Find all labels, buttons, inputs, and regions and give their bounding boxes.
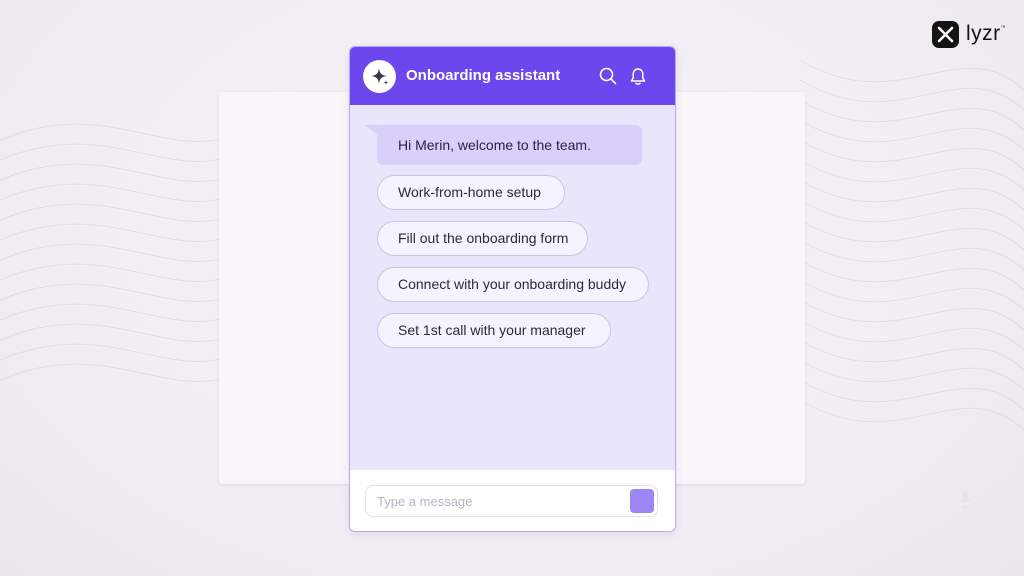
assistant-message-bubble: Hi Merin, welcome to the team.	[364, 125, 642, 165]
send-button[interactable]	[630, 489, 654, 513]
microphone-icon	[959, 491, 971, 509]
option-fill-onboarding-form[interactable]: Fill out the onboarding form	[377, 221, 588, 256]
notifications-button[interactable]	[628, 66, 648, 86]
sparkle-icon	[370, 67, 388, 85]
option-work-from-home-setup[interactable]: Work-from-home setup	[377, 175, 565, 210]
chat-header: Onboarding assistant	[350, 47, 675, 105]
option-connect-onboarding-buddy[interactable]: Connect with your onboarding buddy	[377, 267, 649, 302]
assistant-message-text: Hi Merin, welcome to the team.	[398, 137, 591, 153]
lyzr-logo-icon	[932, 20, 959, 48]
search-button[interactable]	[598, 66, 618, 86]
message-composer	[350, 470, 675, 531]
brand-logo: lyzr™	[932, 20, 1006, 48]
message-input[interactable]	[365, 485, 658, 517]
bell-icon	[630, 67, 646, 85]
search-icon	[599, 67, 617, 85]
chat-widget: Onboarding assistant Hi Merin, welcome t…	[349, 46, 676, 532]
brand-name: lyzr™	[966, 22, 1007, 45]
assistant-avatar	[363, 60, 396, 93]
option-set-manager-call[interactable]: Set 1st call with your manager	[377, 313, 611, 348]
trademark-mark: ™	[1000, 25, 1007, 31]
chat-title: Onboarding assistant	[406, 67, 561, 84]
